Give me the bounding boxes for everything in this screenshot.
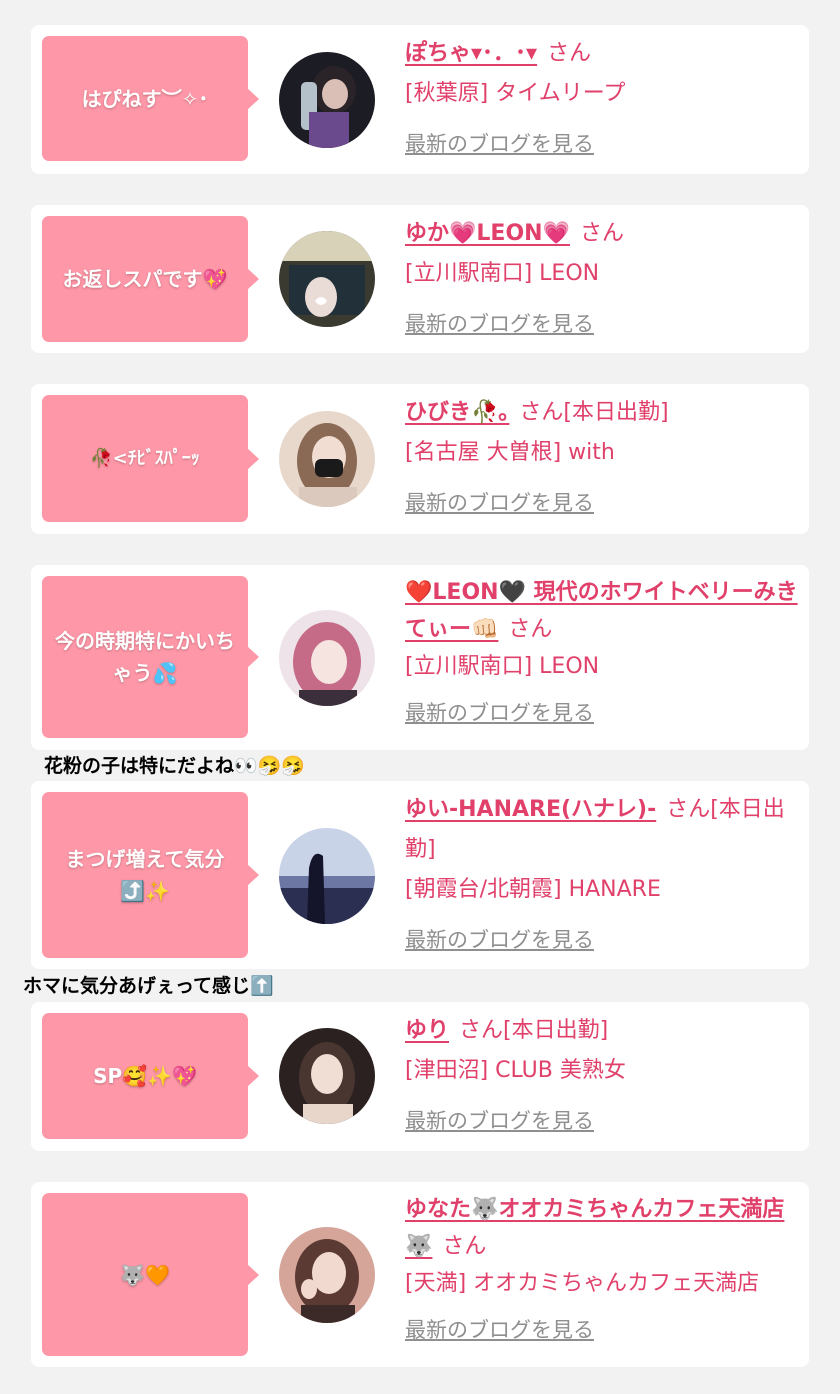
shop-name: [朝霞台/北朝霞] HANARE xyxy=(405,877,661,902)
card-info: ❤️LEON🖤 現代のホワイトベリーみきてぃー👊🏻 さん [立川駅南口] LEON… xyxy=(405,574,800,732)
message-bubble: お返しスパです💖 xyxy=(42,216,259,342)
girl-name-link[interactable]: ❤️LEON🖤 現代のホワイトベリーみきてぃー👊🏻 xyxy=(405,580,798,642)
honorific: さん[本日出勤] xyxy=(459,1018,609,1043)
bubble-text: はぴねす︶✧･ xyxy=(81,86,209,111)
avatar[interactable] xyxy=(279,610,375,706)
bubble-text: まつげ増えて気分⤴️✨ xyxy=(65,847,225,903)
honorific: さん xyxy=(508,617,553,642)
card-info: ゆなた🐺オオカミちゃんカフェ天満店🐺 さん [天満] オオカミちゃんカフェ天満店 … xyxy=(405,1191,800,1349)
girl-name-link[interactable]: ゆい-HANARE(ハナレ)- xyxy=(405,797,656,822)
blog-card: SP🥰✨💖 ゆり さん[本日出勤] [津田沼] CLUB 美熟女 最新のブログを見… xyxy=(31,1002,809,1151)
blog-card: 🐺🧡 ゆなた🐺オオカミちゃんカフェ天満店🐺 さん [天満] オオカミちゃんカフェ天… xyxy=(31,1182,809,1367)
shop-name: [津田沼] CLUB 美熟女 xyxy=(405,1058,626,1083)
honorific: さん xyxy=(579,221,624,246)
card-info: ゆか💗LEON💗 さん [立川駅南口] LEON 最新のブログを見る xyxy=(405,214,800,345)
comment-text: ホマに気分あげぇって感じ⬆️ xyxy=(23,975,274,997)
bubble-text: 🐺🧡 xyxy=(120,1262,170,1287)
girl-name-link[interactable]: ひびき🥀｡ xyxy=(405,400,509,425)
shop-name: [立川駅南口] LEON xyxy=(405,261,600,286)
blog-card: まつげ増えて気分⤴️✨ ゆい-HANARE(ハナレ)- さん[本日出勤] [朝霞台… xyxy=(31,781,809,969)
bubble-text: SP🥰✨💖 xyxy=(93,1064,197,1088)
card-info: ゆり さん[本日出勤] [津田沼] CLUB 美熟女 最新のブログを見る xyxy=(405,1011,800,1142)
blog-card: 🥀<ﾁﾋﾞｽﾊﾟｰｯ ひびき🥀｡ さん[本日出勤] [名古屋 大曽根] with … xyxy=(31,384,809,534)
bubble-text: 今の時期特にかいちゃう💦 xyxy=(55,629,235,685)
message-bubble: まつげ増えて気分⤴️✨ xyxy=(42,792,259,958)
blog-card: お返しスパです💖 ゆか💗LEON💗 さん [立川駅南口] LEON 最新のブログを… xyxy=(31,205,809,353)
avatar[interactable] xyxy=(279,231,375,327)
latest-blog-link[interactable]: 最新のブログを見る xyxy=(405,483,594,523)
shop-name: [秋葉原] タイムリープ xyxy=(405,81,626,106)
blog-card: はぴねす︶✧･ ぽちゃ▾･．･▾ さん [秋葉原] タイムリープ 最新のブログを見… xyxy=(31,25,809,174)
girl-name-link[interactable]: ゆり xyxy=(405,1018,449,1043)
latest-blog-link[interactable]: 最新のブログを見る xyxy=(405,1312,594,1349)
avatar[interactable] xyxy=(279,411,375,507)
blog-card: 今の時期特にかいちゃう💦 ❤️LEON🖤 現代のホワイトベリーみきてぃー👊🏻 さん… xyxy=(31,565,809,750)
avatar[interactable] xyxy=(279,1028,375,1124)
latest-blog-link[interactable]: 最新のブログを見る xyxy=(405,1101,594,1141)
message-bubble: SP🥰✨💖 xyxy=(42,1013,259,1139)
latest-blog-link[interactable]: 最新のブログを見る xyxy=(405,304,594,344)
card-info: ゆい-HANARE(ハナレ)- さん[本日出勤] [朝霞台/北朝霞] HANARE… xyxy=(405,790,800,961)
message-bubble: はぴねす︶✧･ xyxy=(42,36,259,161)
avatar[interactable] xyxy=(279,1227,375,1323)
message-bubble: 🐺🧡 xyxy=(42,1193,259,1356)
honorific: さん xyxy=(547,41,592,66)
bubble-text: お返しスパです💖 xyxy=(62,267,228,291)
shop-name: [名古屋 大曽根] with xyxy=(405,440,615,465)
latest-blog-link[interactable]: 最新のブログを見る xyxy=(405,695,594,732)
latest-blog-link[interactable]: 最新のブログを見る xyxy=(405,124,594,164)
message-bubble: 🥀<ﾁﾋﾞｽﾊﾟｰｯ xyxy=(42,395,259,522)
girl-name-link[interactable]: ぽちゃ▾･．･▾ xyxy=(405,41,537,66)
avatar[interactable] xyxy=(279,828,375,924)
comment-text: 花粉の子は特にだよね👀🤧🤧 xyxy=(44,755,305,777)
honorific: さん xyxy=(442,1234,487,1259)
card-info: ぽちゃ▾･．･▾ さん [秋葉原] タイムリープ 最新のブログを見る xyxy=(405,34,800,165)
girl-name-link[interactable]: ゆか💗LEON💗 xyxy=(405,221,570,246)
shop-name: [天満] オオカミちゃんカフェ天満店 xyxy=(405,1271,760,1296)
latest-blog-link[interactable]: 最新のブログを見る xyxy=(405,920,594,960)
bubble-text: 🥀<ﾁﾋﾞｽﾊﾟｰｯ xyxy=(90,447,200,469)
shop-name: [立川駅南口] LEON xyxy=(405,654,600,679)
card-info: ひびき🥀｡ さん[本日出勤] [名古屋 大曽根] with 最新のブログを見る xyxy=(405,393,800,524)
honorific: さん[本日出勤] xyxy=(519,400,669,425)
message-bubble: 今の時期特にかいちゃう💦 xyxy=(42,576,259,738)
avatar[interactable] xyxy=(279,52,375,148)
